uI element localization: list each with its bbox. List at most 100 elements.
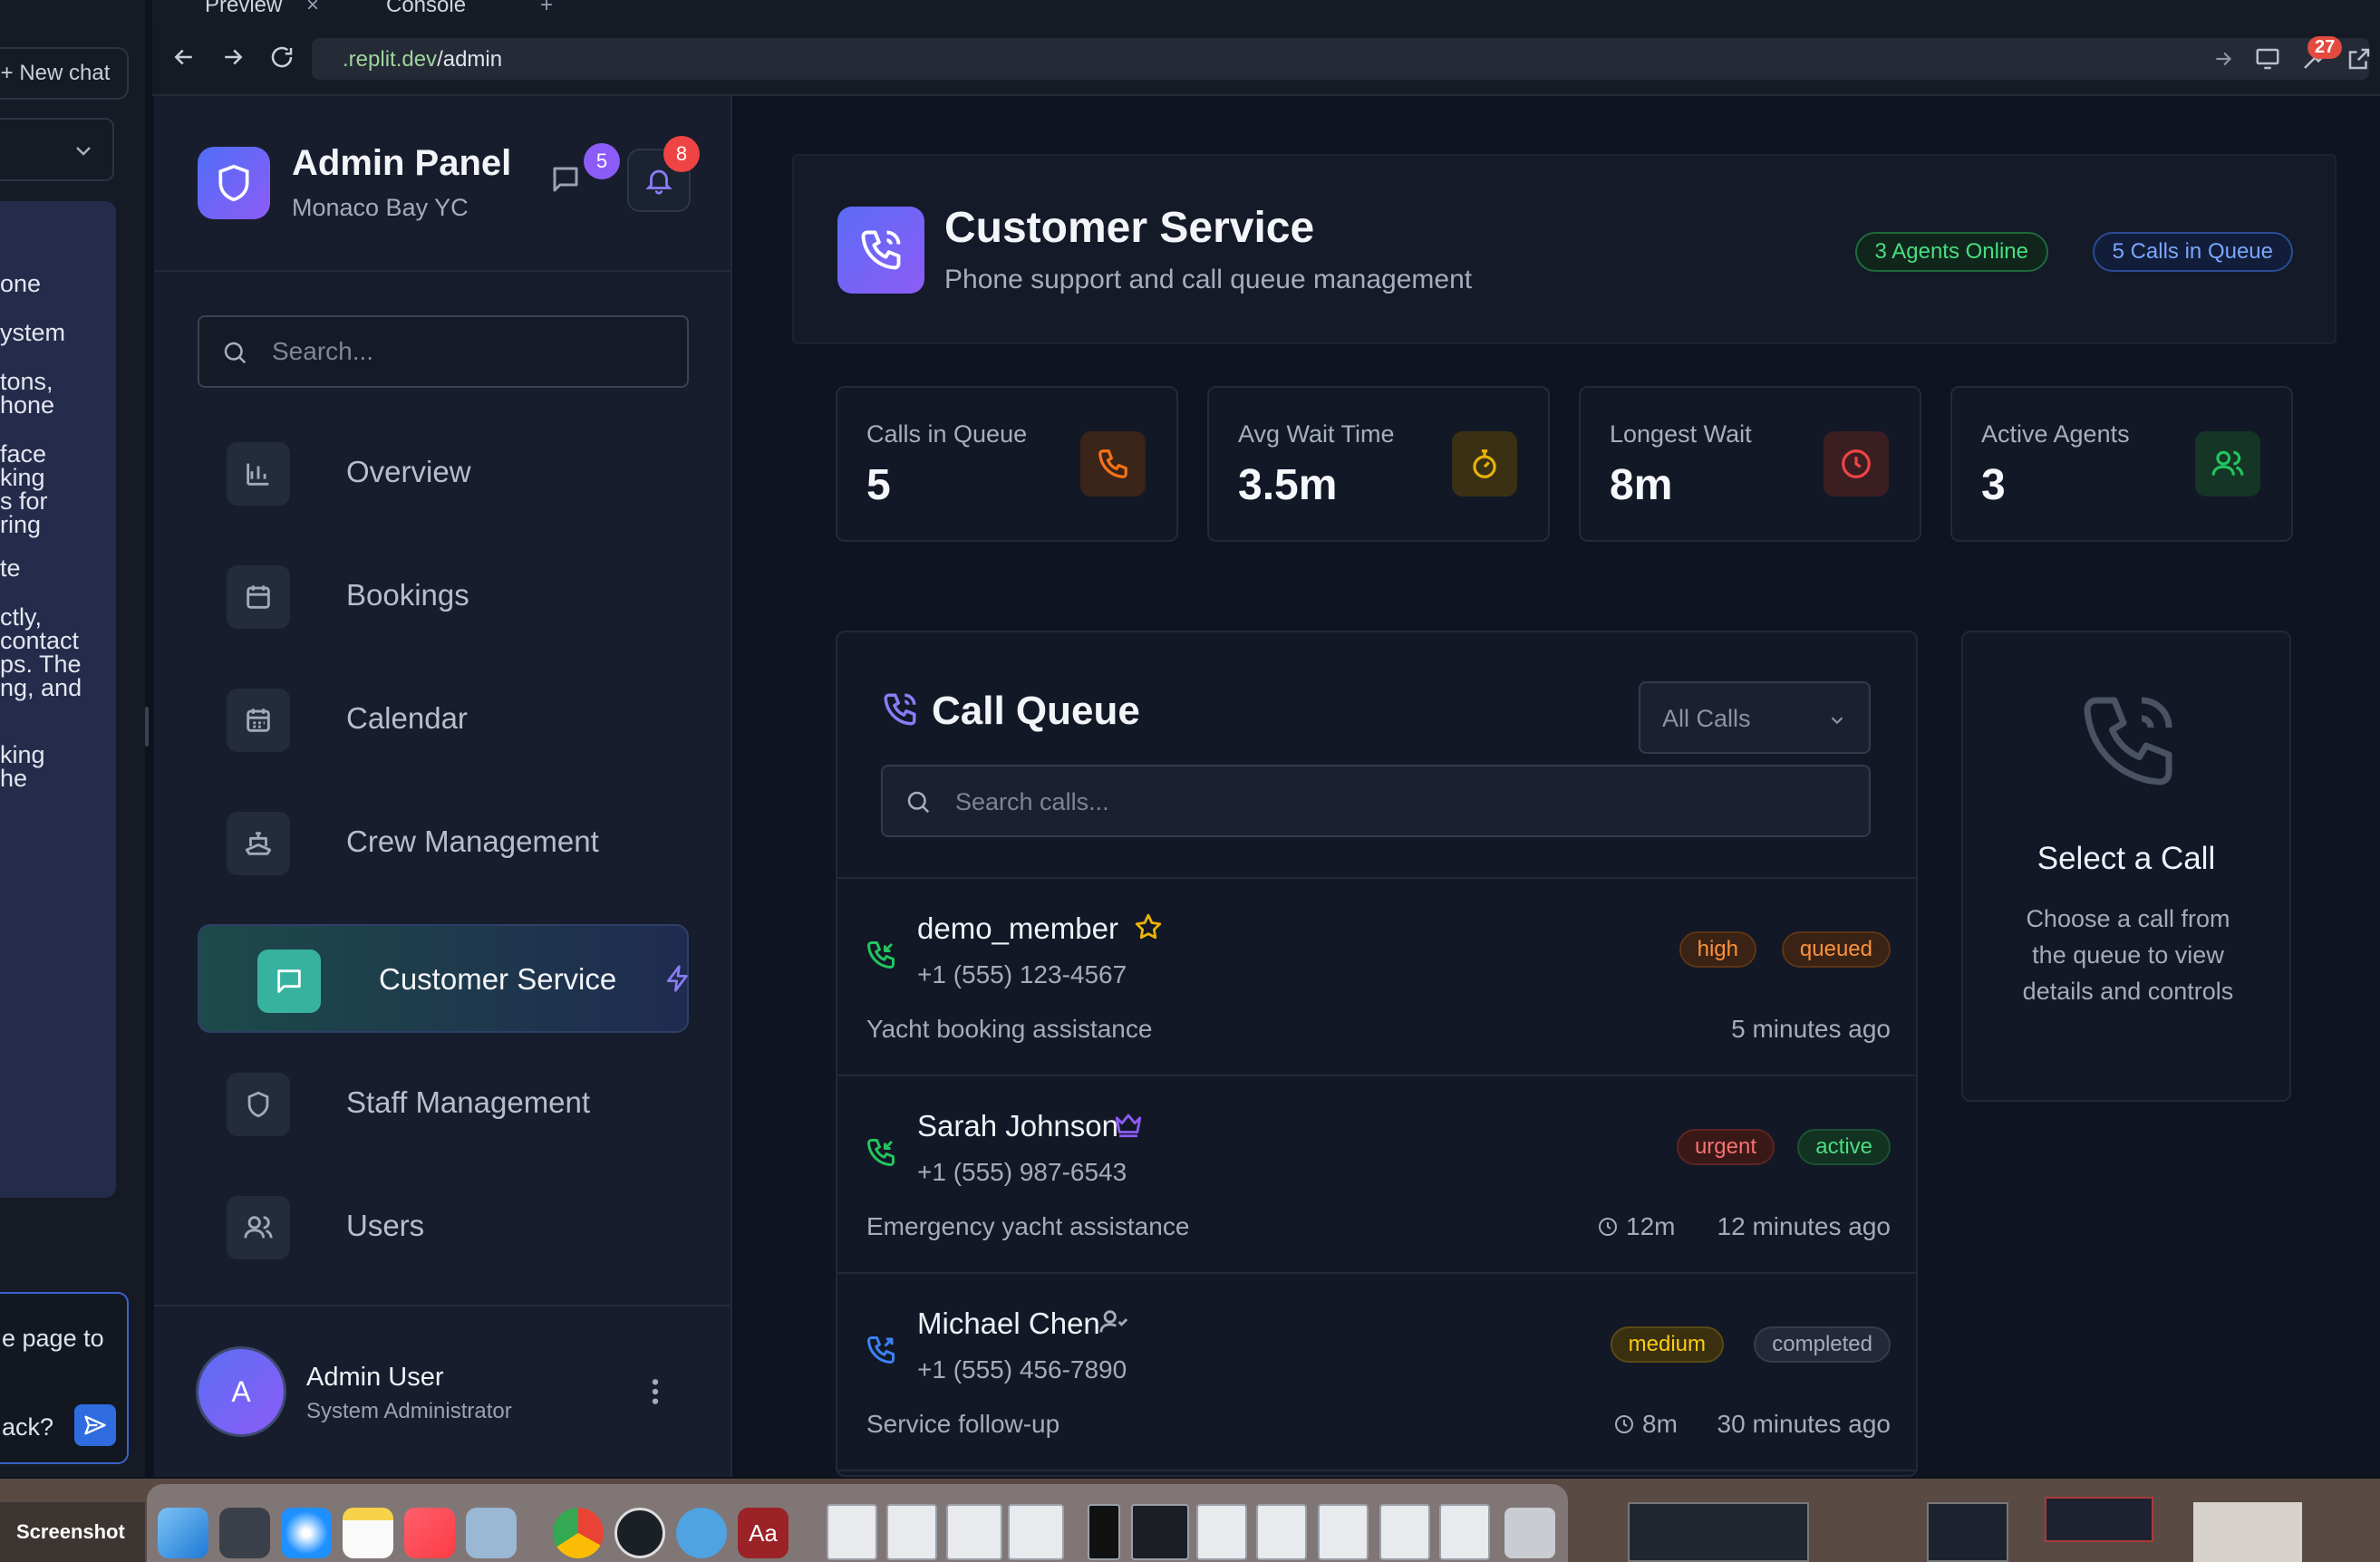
preview-app-icon[interactable]	[466, 1508, 517, 1558]
window-thumbnail[interactable]	[1439, 1504, 1490, 1560]
chat-text: he	[0, 765, 28, 792]
chat-input[interactable]: e page to ack?	[0, 1292, 129, 1464]
url-path: /admin	[437, 47, 503, 72]
send-button[interactable]	[74, 1404, 116, 1446]
messages-button[interactable]	[549, 163, 582, 196]
chat-text: ystem	[0, 319, 66, 346]
sidebar-item-crew-management[interactable]: Crew Management	[198, 788, 689, 897]
launchpad-icon[interactable]	[219, 1508, 270, 1558]
window-thumbnail[interactable]	[946, 1504, 1002, 1560]
filter-value: All Calls	[1662, 705, 1751, 732]
reload-icon[interactable]	[268, 43, 295, 71]
panel-resize-handle[interactable]	[145, 707, 149, 747]
url-domain: .replit.dev	[343, 47, 438, 72]
call-search-input[interactable]: Search calls...	[881, 765, 1871, 837]
window-thumbnail[interactable]	[1927, 1502, 2008, 1562]
window-thumbnail[interactable]	[2045, 1497, 2153, 1542]
quicktime-icon[interactable]	[676, 1508, 727, 1558]
window-thumbnail[interactable]	[2193, 1502, 2302, 1562]
phone-call-icon	[2084, 697, 2172, 786]
app-subtitle: Monaco Bay YC	[292, 194, 469, 221]
trash-icon[interactable]	[1504, 1508, 1555, 1558]
stat-card-calls-in-queue: Calls in Queue 5	[836, 386, 1178, 542]
sidebar-item-calendar[interactable]: Calendar	[198, 665, 689, 774]
message-square-icon	[257, 950, 321, 1013]
lightning-icon	[667, 965, 688, 992]
sidebar-item-customer-service[interactable]: Customer Service	[198, 924, 689, 1033]
calendar-grid-icon	[227, 689, 290, 752]
stat-label: Calls in Queue	[866, 420, 1028, 448]
stat-value: 5	[866, 461, 891, 509]
stat-label: Active Agents	[1981, 420, 2130, 448]
dictionary-icon[interactable]: Aa	[738, 1508, 788, 1558]
forward-icon[interactable]	[219, 43, 247, 71]
close-icon[interactable]: ×	[306, 0, 319, 18]
caller-name: Sarah Johnson	[917, 1109, 1118, 1143]
sidebar-search-input[interactable]: Search...	[198, 315, 689, 388]
stat-label: Longest Wait	[1610, 420, 1752, 448]
notes-icon[interactable]	[343, 1508, 393, 1558]
window-thumbnail[interactable]	[1256, 1504, 1307, 1560]
divider	[837, 1470, 1916, 1471]
back-icon[interactable]	[170, 43, 198, 71]
external-link-icon[interactable]	[2346, 45, 2373, 72]
app-title: Admin Panel	[292, 143, 512, 183]
sidebar-item-staff-management[interactable]: Staff Management	[198, 1049, 689, 1158]
status-badge: active	[1797, 1129, 1891, 1165]
window-thumbnail[interactable]	[886, 1504, 937, 1560]
add-tab-icon[interactable]: +	[540, 0, 553, 18]
safari-icon[interactable]	[281, 1508, 332, 1558]
preview-tab-bar: Preview × Console +	[152, 0, 2380, 20]
finder-icon[interactable]	[158, 1508, 208, 1558]
call-filter-select[interactable]: All Calls	[1639, 681, 1871, 754]
clock-app-icon[interactable]	[614, 1508, 665, 1558]
agent-select[interactable]	[0, 118, 114, 181]
search-icon	[224, 342, 247, 364]
device-icon[interactable]	[2253, 45, 2282, 72]
sidebar-item-bookings[interactable]: Bookings	[198, 542, 689, 651]
call-row[interactable]: Michael Chen +1 (555) 456-7890 medium co…	[837, 1274, 1916, 1470]
call-detail-panel: Select a Call Choose a call from the que…	[1961, 631, 2291, 1102]
sidebar-item-overview[interactable]: Overview	[198, 419, 689, 527]
stat-value: 3.5m	[1238, 461, 1338, 509]
sidebar-item-users[interactable]: Users	[198, 1172, 689, 1281]
wait-duration: 12m	[1597, 1212, 1675, 1241]
call-row[interactable]: Sarah Johnson +1 (555) 987-6543 urgent a…	[837, 1076, 1916, 1272]
avatar[interactable]: A	[196, 1346, 286, 1437]
window-thumbnail[interactable]	[1088, 1504, 1120, 1560]
chrome-icon[interactable]	[553, 1508, 604, 1558]
tab-console[interactable]: Console	[386, 0, 466, 18]
more-vertical-icon[interactable]	[649, 1377, 662, 1406]
stat-value: 8m	[1610, 461, 1673, 509]
call-reason: Emergency yacht assistance	[866, 1212, 1190, 1240]
screenshot-label: Screenshot	[16, 1520, 125, 1543]
call-row[interactable]: demo_member +1 (555) 123-4567 high queue…	[837, 879, 1916, 1075]
caller-phone: +1 (555) 123-4567	[917, 960, 1127, 988]
window-thumbnail[interactable]	[1196, 1504, 1247, 1560]
go-arrow-icon[interactable]	[2211, 47, 2235, 71]
window-thumbnail[interactable]	[827, 1504, 877, 1560]
detail-body: Choose a call from the queue to view det…	[2022, 905, 2234, 1005]
stat-value: 3	[1981, 461, 2006, 509]
window-thumbnail[interactable]	[1008, 1504, 1064, 1560]
caller-phone: +1 (555) 456-7890	[917, 1355, 1127, 1384]
caller-name: Michael Chen	[917, 1306, 1100, 1340]
address-field[interactable]	[312, 38, 2369, 80]
sidebar-item-label: Users	[346, 1209, 425, 1242]
window-thumbnail[interactable]	[1379, 1504, 1430, 1560]
calls-in-queue-badge: 5 Calls in Queue	[2092, 232, 2293, 272]
call-queue-panel: Call Queue All Calls Search calls... dem…	[836, 631, 1918, 1477]
window-thumbnail[interactable]	[1628, 1502, 1809, 1562]
chat-input-text: ack?	[2, 1413, 54, 1441]
tab-preview[interactable]: Preview	[205, 0, 282, 18]
divider	[154, 270, 730, 272]
window-thumbnail[interactable]	[1318, 1504, 1369, 1560]
new-chat-button[interactable]: + New chat	[0, 47, 129, 100]
music-icon[interactable]	[404, 1508, 455, 1558]
bar-chart-icon	[227, 442, 290, 506]
plus-icon: +	[0, 61, 20, 85]
sidebar-item-label: Customer Service	[379, 962, 617, 996]
caller-name: demo_member	[917, 911, 1118, 945]
clock-icon	[1599, 1218, 1617, 1236]
window-thumbnail[interactable]	[1131, 1504, 1189, 1560]
